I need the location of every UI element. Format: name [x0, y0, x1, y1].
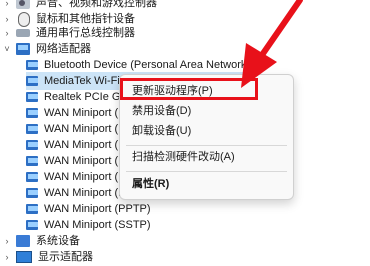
annotation-arrow-icon [241, 0, 303, 88]
